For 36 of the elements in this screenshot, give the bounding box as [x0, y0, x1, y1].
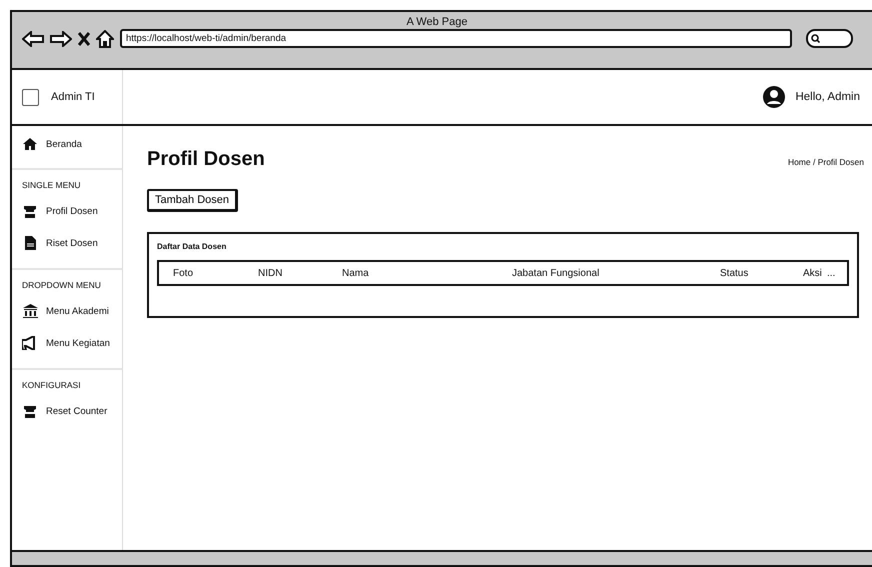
- sidebar-item[interactable]: Beranda: [12, 132, 122, 162]
- window-title: A Web Page: [406, 16, 468, 28]
- home-icon[interactable]: [96, 30, 114, 48]
- bank-icon: [22, 304, 38, 318]
- brand-name: Admin TI: [51, 91, 95, 103]
- section-heading: DROPDOWN MENU: [21, 279, 102, 292]
- back-icon[interactable]: [22, 30, 44, 46]
- section-heading: SINGLE MENU: [21, 179, 82, 192]
- close-icon[interactable]: [78, 32, 90, 46]
- home-icon: [22, 138, 38, 150]
- greeting: Hello, Admin: [795, 91, 860, 103]
- sidebar-item[interactable]: Profil Dosen: [12, 198, 122, 230]
- sidebar-item[interactable]: Riset Dosen: [12, 230, 122, 262]
- sidebar-item[interactable]: Menu Akademi: [12, 298, 122, 330]
- sidebar-item[interactable]: Reset Counter: [12, 398, 122, 430]
- column-header: ...: [827, 268, 836, 278]
- page-title: Profil Dosen: [147, 148, 265, 171]
- section-heading: KONFIGURASI: [21, 379, 82, 392]
- column-header: Status: [720, 268, 750, 278]
- column-header: Jabatan Fungsional: [512, 268, 600, 278]
- forward-icon[interactable]: [50, 30, 72, 46]
- search-icon: [811, 34, 820, 43]
- sidebar-item[interactable]: Menu Kegiatan: [12, 330, 122, 362]
- search-field[interactable]: [806, 29, 853, 48]
- megaphone-icon: [22, 336, 38, 350]
- column-header: Aksi: [803, 268, 823, 278]
- breadcrumb: Home / Profil Dosen: [788, 157, 864, 167]
- checkbox[interactable]: [22, 88, 39, 106]
- url-field[interactable]: https://localhost/web-ti/admin/beranda: [120, 29, 792, 48]
- document-icon: [22, 236, 38, 250]
- card-title: Daftar Data Dosen: [157, 242, 228, 251]
- add-button[interactable]: Tambah Dosen: [147, 189, 238, 212]
- column-header: Foto: [173, 268, 194, 278]
- column-header: Nama: [342, 268, 370, 278]
- user-avatar-icon: [763, 86, 786, 108]
- column-header: NIDN: [258, 268, 284, 278]
